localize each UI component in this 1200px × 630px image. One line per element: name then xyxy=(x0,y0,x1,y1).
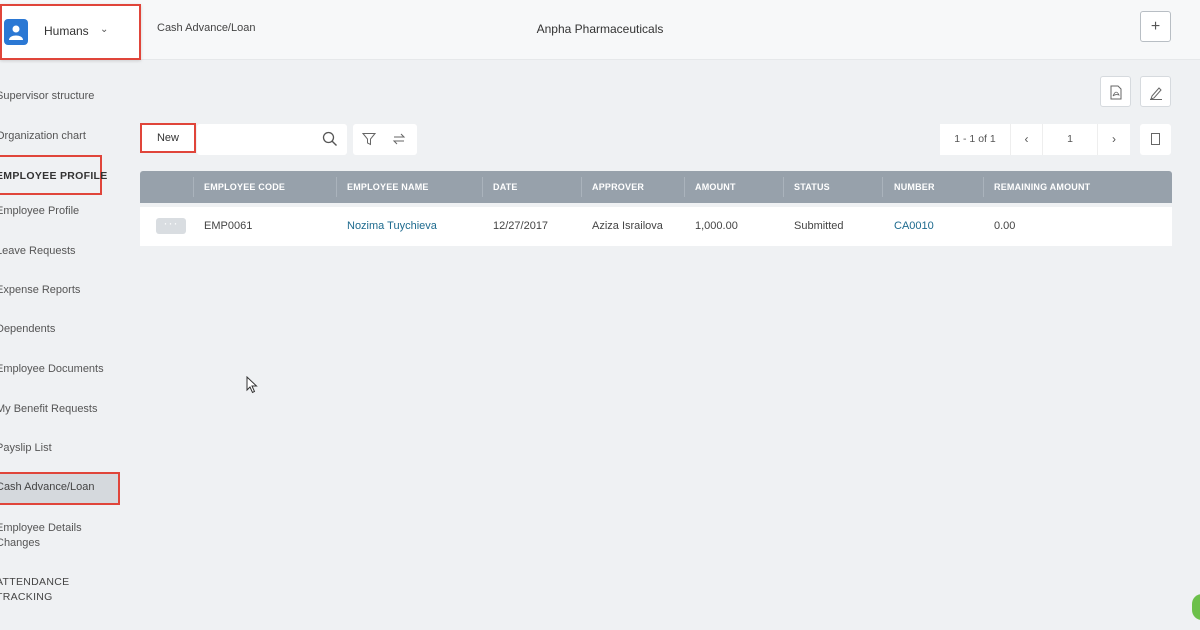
page-number-input[interactable]: 1 xyxy=(1042,124,1098,155)
chevron-left-icon[interactable]: ‹ xyxy=(1010,124,1042,155)
column-header-number[interactable]: NUMBER xyxy=(894,171,935,203)
column-divider xyxy=(882,177,883,197)
cell-employee-code: EMP0061 xyxy=(204,220,253,232)
column-divider xyxy=(684,177,685,197)
sidebar-item-cash-advance-loan[interactable]: Cash Advance/Loan xyxy=(0,481,94,493)
table-row[interactable]: ··· EMP0061 Nozima Tuychieva 12/27/2017 … xyxy=(140,207,1172,246)
chevron-down-icon: ⌄ xyxy=(100,24,109,35)
sidebar-item-leave-requests[interactable]: Leave Requests xyxy=(0,245,76,257)
swap-icon[interactable] xyxy=(392,132,406,146)
sidebar-item-organization-chart[interactable]: Organization chart xyxy=(0,130,86,142)
mouse-cursor-icon xyxy=(246,376,258,394)
cell-approver: Aziza Israilova xyxy=(592,220,663,232)
column-header-remaining-amount[interactable]: REMAINING AMOUNT xyxy=(994,171,1090,203)
sidebar-item-employee-details-changes[interactable]: Employee Details Changes xyxy=(0,521,116,551)
column-divider xyxy=(193,177,194,197)
breadcrumb[interactable]: Cash Advance/Loan xyxy=(157,22,255,34)
sidebar-item-supervisor-structure[interactable]: Supervisor structure xyxy=(0,90,94,102)
filter-sort-group xyxy=(353,124,417,155)
filter-icon[interactable] xyxy=(362,132,376,146)
column-divider xyxy=(783,177,784,197)
column-divider xyxy=(983,177,984,197)
sidebar-item-payslip-list[interactable]: Payslip List xyxy=(0,442,52,454)
app-name: Humans xyxy=(44,24,89,38)
table-header: EMPLOYEE CODE EMPLOYEE NAME DATE APPROVE… xyxy=(140,171,1172,203)
column-header-employee-code[interactable]: EMPLOYEE CODE xyxy=(204,171,285,203)
pdf-icon xyxy=(1110,85,1122,100)
new-button[interactable]: New xyxy=(140,123,196,153)
document-icon xyxy=(1151,133,1160,145)
cell-status: Submitted xyxy=(794,220,844,232)
column-header-employee-name[interactable]: EMPLOYEE NAME xyxy=(347,171,429,203)
cell-remaining-amount: 0.00 xyxy=(994,220,1016,232)
column-divider xyxy=(482,177,483,197)
edit-button[interactable] xyxy=(1140,76,1171,107)
humans-app-icon xyxy=(4,19,28,45)
sidebar-item-employee-profile[interactable]: Employee Profile xyxy=(0,205,79,217)
sidebar-item-my-benefit-requests[interactable]: My Benefit Requests xyxy=(0,403,98,415)
column-header-status[interactable]: STATUS xyxy=(794,171,830,203)
column-header-amount[interactable]: AMOUNT xyxy=(695,171,736,203)
top-bar: Humans ⌄ Cash Advance/Loan Anpha Pharmac… xyxy=(0,0,1200,60)
pencil-icon xyxy=(1150,87,1162,100)
add-button[interactable]: + xyxy=(1140,11,1171,42)
column-divider xyxy=(581,177,582,197)
cell-number-link[interactable]: CA0010 xyxy=(894,207,934,246)
pager-info: 1 - 1 of 1 xyxy=(940,124,1010,155)
sidebar-section-attendance-tracking[interactable]: ATTENDANCE TRACKING xyxy=(0,575,69,605)
chat-widget-icon[interactable] xyxy=(1192,594,1200,620)
sidebar-item-expense-reports[interactable]: Expense Reports xyxy=(0,284,80,296)
pdf-export-button[interactable] xyxy=(1100,76,1131,107)
row-menu-button[interactable]: ··· xyxy=(156,217,186,234)
cell-amount: 1,000.00 xyxy=(695,220,738,232)
sidebar-item-dependents[interactable]: Dependents xyxy=(0,323,55,335)
page-options-button[interactable] xyxy=(1140,124,1171,155)
sidebar-section-employee-profile[interactable]: EMPLOYEE PROFILE xyxy=(0,170,108,182)
column-header-date[interactable]: DATE xyxy=(493,171,518,203)
search-icon[interactable] xyxy=(322,131,338,147)
column-header-approver[interactable]: APPROVER xyxy=(592,171,644,203)
sidebar-item-employee-documents[interactable]: Employee Documents xyxy=(0,363,104,375)
column-divider xyxy=(336,177,337,197)
cell-date: 12/27/2017 xyxy=(493,220,549,232)
company-name: Anpha Pharmaceuticals xyxy=(536,22,664,36)
app-switcher[interactable]: Humans ⌄ xyxy=(0,4,141,60)
cell-employee-name-link[interactable]: Nozima Tuychieva xyxy=(347,207,437,246)
chevron-right-icon[interactable]: › xyxy=(1098,124,1130,155)
